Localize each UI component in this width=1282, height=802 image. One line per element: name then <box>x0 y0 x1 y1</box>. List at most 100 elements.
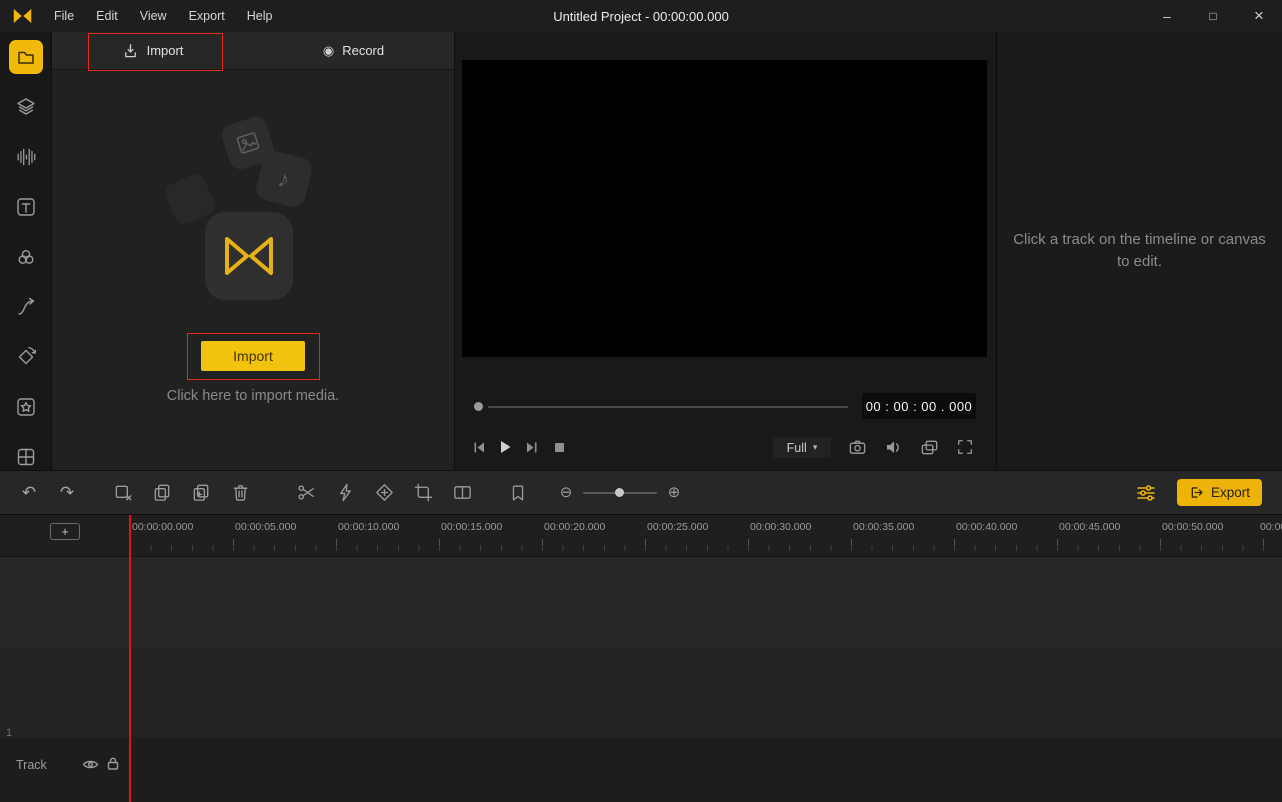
snapshot-button[interactable] <box>845 434 869 460</box>
minimize-icon: – <box>1163 8 1171 24</box>
menu-export[interactable]: Export <box>178 0 236 32</box>
ruler-label: 00:00:35.000 <box>853 521 915 533</box>
music-note-icon: ♪ <box>276 164 293 193</box>
sidebar-item-filters[interactable] <box>9 240 43 274</box>
fullscreen-icon <box>958 440 972 454</box>
scale-select[interactable]: Full ▾ <box>773 437 831 458</box>
next-frame-button[interactable] <box>519 434 543 460</box>
sidebar-item-elements[interactable] <box>9 90 43 124</box>
menu-help[interactable]: Help <box>236 0 284 32</box>
track-lane-2[interactable] <box>0 647 1282 737</box>
media-tabbar: Import ◉ Record <box>52 32 454 71</box>
redo-button[interactable]: ↷ <box>50 476 84 510</box>
split-button[interactable] <box>289 476 323 510</box>
tab-import[interactable]: Import <box>52 32 253 69</box>
maximize-button[interactable]: □ <box>1190 0 1236 32</box>
export-icon <box>1191 487 1203 498</box>
scale-value: Full <box>786 440 807 455</box>
zoom-slider-handle[interactable] <box>615 488 624 497</box>
delete-clip-button[interactable] <box>106 476 140 510</box>
lightning-icon <box>339 483 351 502</box>
menu-view[interactable]: View <box>129 0 178 32</box>
feature-sidebar <box>0 32 52 470</box>
ruler-label: 00:00:50.000 <box>1162 521 1224 533</box>
tab-import-label: Import <box>146 43 184 58</box>
ruler-label: 00:00:05.000 <box>235 521 297 533</box>
track-visibility-toggle[interactable] <box>80 756 100 772</box>
adjust-button[interactable] <box>1129 476 1163 510</box>
zoom-in-button[interactable]: ⊕ <box>661 476 687 510</box>
undo-button[interactable]: ↶ <box>12 476 46 510</box>
fullscreen-button[interactable] <box>953 434 977 460</box>
speaker-icon <box>887 441 899 453</box>
export-label: Export <box>1210 485 1250 500</box>
next-frame-icon <box>526 442 536 452</box>
media-content: ♪ Import Click here to import media. <box>52 70 454 470</box>
add-track-button[interactable]: + <box>50 523 80 540</box>
sidebar-item-media[interactable] <box>8 40 43 74</box>
logo-tile <box>205 212 293 300</box>
timeline-zoom-slider[interactable] <box>583 488 657 497</box>
ruler-label: 00:00:00.000 <box>132 521 194 533</box>
ruler-label: 00:00:25.000 <box>647 521 709 533</box>
track-index: 1 <box>6 727 13 739</box>
zoom-out-icon: ⊖ <box>559 484 573 501</box>
music-tile: ♪ <box>253 148 315 210</box>
sidebar-item-audio[interactable] <box>9 140 43 174</box>
playhead[interactable] <box>129 515 131 802</box>
close-button[interactable]: × <box>1236 0 1282 32</box>
video-canvas[interactable] <box>462 60 987 357</box>
duplicate-screen-icon <box>921 440 937 454</box>
sidebar-item-behaviors[interactable] <box>9 290 43 324</box>
sidebar-item-text[interactable] <box>9 190 43 224</box>
camera-icon <box>849 440 865 454</box>
multi-preview-button[interactable] <box>917 434 941 460</box>
stop-button[interactable] <box>547 434 571 460</box>
split-screen-button[interactable] <box>445 476 479 510</box>
seek-row: 00 : 00 : 00 . 000 <box>455 393 996 421</box>
seek-handle[interactable] <box>474 402 483 411</box>
chevron-down-icon: ▾ <box>812 442 818 452</box>
volume-button[interactable] <box>881 434 905 460</box>
add-keyframe-button[interactable] <box>367 476 401 510</box>
menu-edit[interactable]: Edit <box>85 0 129 32</box>
seek-track[interactable] <box>488 405 848 408</box>
timeline-ruler[interactable]: 00:00:00.000 00:00:05.000 00:00:10.000 0… <box>0 515 1282 557</box>
play-icon <box>501 441 511 453</box>
crop-button[interactable] <box>406 476 440 510</box>
marker-button[interactable] <box>501 476 535 510</box>
prev-frame-icon <box>474 442 484 452</box>
menu-file[interactable]: File <box>43 0 85 32</box>
window-controls: – □ × <box>1144 0 1282 32</box>
maximize-icon: □ <box>1209 9 1217 23</box>
star-effect-icon <box>16 398 35 416</box>
split-screen-icon <box>17 448 34 466</box>
sidebar-item-split-screen[interactable] <box>9 440 43 474</box>
timeline-bottom <box>0 737 1282 802</box>
toolbar: ↶ ↷ ⊖ ⊕ Export <box>0 470 1282 515</box>
zoom-out-button[interactable]: ⊖ <box>553 476 579 510</box>
tab-record-label: Record <box>342 43 385 58</box>
trash-icon <box>233 485 247 501</box>
tab-record[interactable]: ◉ Record <box>253 32 454 69</box>
app-logo-icon <box>12 8 33 24</box>
trash-button[interactable] <box>223 476 257 510</box>
sidebar-item-effects[interactable] <box>9 390 43 424</box>
minimize-button[interactable]: – <box>1144 0 1190 32</box>
edit-hint: Click a track on the timeline or canvas … <box>1013 231 1266 270</box>
prev-frame-button[interactable] <box>467 434 491 460</box>
quick-split-button[interactable] <box>328 476 362 510</box>
track-lock-toggle[interactable] <box>105 755 121 772</box>
delete-clip-icon <box>115 485 131 501</box>
stop-icon <box>554 442 564 452</box>
sidebar-item-animations[interactable] <box>9 340 43 374</box>
export-button[interactable]: Export <box>1176 479 1262 506</box>
import-button[interactable]: Import <box>201 341 305 371</box>
duplicate-button[interactable] <box>184 476 218 510</box>
play-button[interactable] <box>493 434 517 460</box>
track-lane-1[interactable] <box>0 557 1282 647</box>
split-view-icon <box>453 486 471 499</box>
layers-icon <box>16 98 35 115</box>
motion-arrow-icon <box>17 297 34 315</box>
copy-button[interactable] <box>145 476 179 510</box>
